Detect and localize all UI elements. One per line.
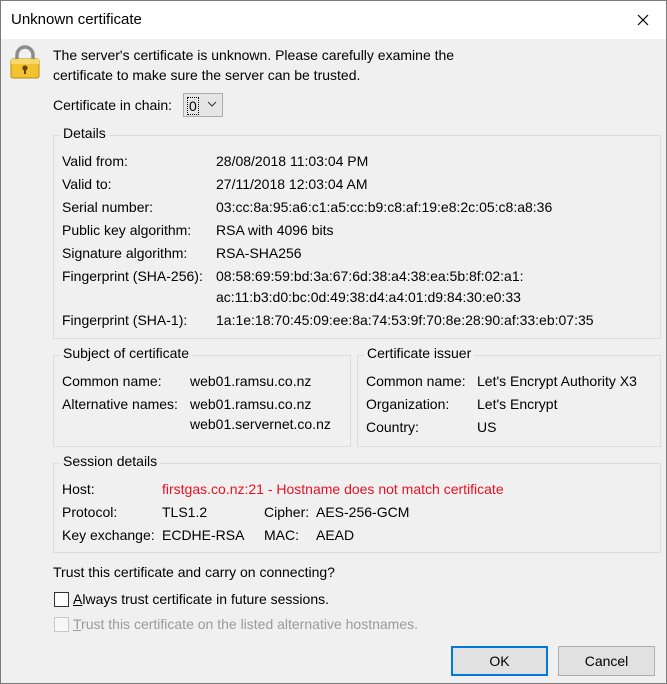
serial-label: Serial number: — [62, 199, 154, 215]
close-icon — [637, 14, 649, 26]
chain-select[interactable]: 0 — [183, 93, 223, 117]
cipher-value: AES-256-GCM — [316, 504, 410, 520]
message-line-1: The server's certificate is unknown. Ple… — [53, 47, 455, 63]
always-trust-text: lways trust certificate in future sessio… — [82, 591, 329, 607]
chain-selected-value: 0 — [187, 97, 199, 115]
sha1-label: Fingerprint (SHA-1): — [62, 312, 188, 328]
pubkey-label: Public key algorithm: — [62, 222, 192, 238]
details-title: Details — [60, 125, 109, 141]
issuer-title: Certificate issuer — [364, 345, 475, 361]
protocol-label: Protocol: — [62, 504, 118, 520]
subject-alt-value-1: web01.ramsu.co.nz — [190, 396, 312, 412]
close-button[interactable] — [620, 1, 666, 39]
protocol-value: TLS1.2 — [162, 504, 208, 520]
always-trust-label[interactable]: Always trust certificate in future sessi… — [73, 591, 329, 607]
issuer-org-label: Organization: — [366, 396, 450, 412]
sigalg-label: Signature algorithm: — [62, 245, 188, 261]
message-line-2: certificate to make sure the server can … — [53, 67, 361, 83]
chevron-down-icon — [207, 101, 217, 107]
sha256-label: Fingerprint (SHA-256): — [62, 268, 203, 284]
subject-cn-value: web01.ramsu.co.nz — [190, 373, 312, 389]
sha256-value-line-2: ac:11:b3:d0:bc:0d:49:38:d4:a4:01:d9:84:3… — [216, 289, 521, 305]
subject-title: Subject of certificate — [60, 345, 193, 361]
cipher-label: Cipher: — [264, 504, 310, 520]
issuer-cn-value: Let's Encrypt Authority X3 — [477, 373, 637, 389]
valid-to-value: 27/11/2018 12:03:04 AM — [216, 176, 368, 192]
issuer-country-label: Country: — [366, 419, 419, 435]
lock-icon — [10, 45, 40, 79]
valid-from-label: Valid from: — [62, 153, 128, 169]
always-trust-checkbox[interactable] — [54, 592, 69, 607]
pubkey-value: RSA with 4096 bits — [216, 222, 334, 238]
chain-label: Certificate in chain: — [53, 97, 173, 113]
alt-hostnames-label[interactable]: Trust this certificate on the listed alt… — [73, 616, 418, 632]
mac-value: AEAD — [316, 527, 355, 543]
always-trust-accel: A — [73, 591, 83, 607]
alt-hostnames-text: rust this certificate on the listed alte… — [81, 616, 418, 632]
session-title: Session details — [60, 453, 161, 469]
subject-alt-value-2: web01.servernet.co.nz — [190, 416, 331, 432]
trust-prompt: Trust this certificate and carry on conn… — [53, 564, 335, 580]
host-value: firstgas.co.nz:21 - Hostname does not ma… — [162, 481, 504, 497]
issuer-cn-label: Common name: — [366, 373, 466, 389]
issuer-country-value: US — [477, 419, 497, 435]
kex-label: Key exchange: — [62, 527, 155, 543]
serial-value: 03:cc:8a:95:a6:c1:a5:cc:b9:c8:af:19:e8:2… — [216, 199, 553, 215]
valid-to-label: Valid to: — [62, 176, 112, 192]
subject-cn-label: Common name: — [62, 373, 162, 389]
subject-alt-label: Alternative names: — [62, 396, 178, 412]
issuer-org-value: Let's Encrypt — [477, 396, 558, 412]
valid-from-value: 28/08/2018 11:03:04 PM — [216, 153, 369, 169]
sha1-value: 1a:1e:18:70:45:09:ee:8a:74:53:9f:70:8e:2… — [216, 312, 594, 328]
host-label: Host: — [62, 481, 95, 497]
ok-button[interactable]: OK — [451, 646, 548, 676]
alt-hostnames-checkbox[interactable] — [54, 617, 69, 632]
kex-value: ECDHE-RSA — [162, 527, 245, 543]
cancel-button[interactable]: Cancel — [558, 646, 655, 676]
alt-hostnames-accel: T — [73, 616, 82, 632]
sha256-value-line-1: 08:58:69:59:bd:3a:67:6d:38:a4:38:ea:5b:8… — [216, 268, 524, 284]
certificate-dialog: Unknown certificate The server's certifi… — [0, 0, 667, 684]
window-title: Unknown certificate — [11, 11, 142, 28]
title-bar[interactable]: Unknown certificate — [1, 1, 666, 39]
sigalg-value: RSA-SHA256 — [216, 245, 302, 261]
mac-label: MAC: — [264, 527, 299, 543]
